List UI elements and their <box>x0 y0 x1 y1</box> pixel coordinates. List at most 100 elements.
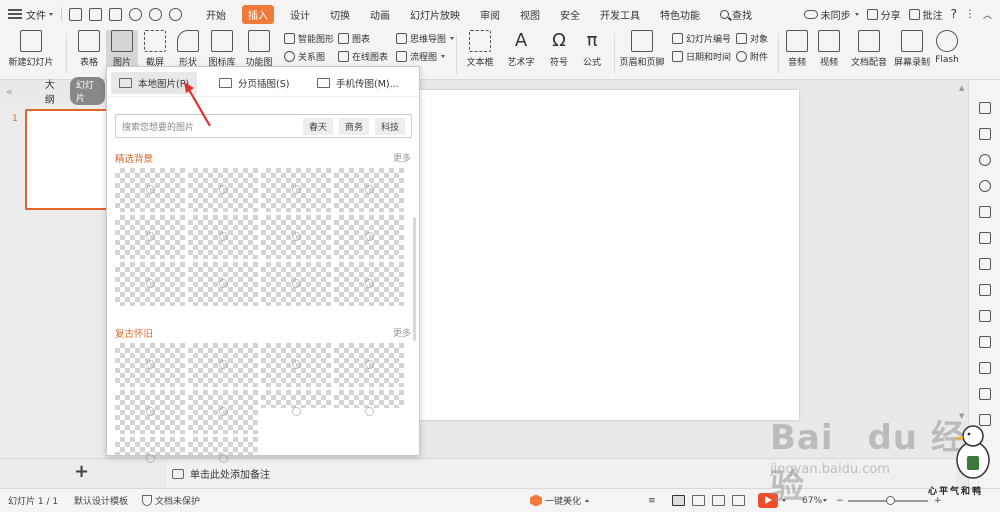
edit-icon[interactable] <box>979 388 991 400</box>
icon-library-button[interactable]: 图标库 <box>206 30 238 68</box>
slide-number-button[interactable]: 幻灯片编号 <box>672 32 731 45</box>
picture-thumbnail[interactable] <box>261 215 331 259</box>
relation-chart-button[interactable]: 关系图 <box>284 50 325 63</box>
picture-thumbnail[interactable] <box>188 215 258 259</box>
picture-search[interactable]: 搜索您想要的图片 春天 商务 科技 <box>115 114 412 138</box>
bar-chart-icon[interactable] <box>979 284 991 296</box>
beautify-button[interactable]: 一键美化 <box>530 494 590 507</box>
undo-icon[interactable] <box>149 7 162 21</box>
picture-thumbnail[interactable] <box>261 168 331 212</box>
view-reading-button[interactable] <box>712 495 725 506</box>
tab-animation[interactable]: 动画 <box>360 4 400 25</box>
flowchart-button[interactable]: 流程图 <box>396 50 446 63</box>
preview-icon[interactable] <box>129 7 142 21</box>
tab-transition[interactable]: 切换 <box>320 4 360 25</box>
mind-map-button[interactable]: 思维导图 <box>396 32 455 45</box>
outline-tab[interactable]: 大纲 <box>45 76 62 106</box>
file-menu[interactable]: 文件 <box>26 7 53 22</box>
picture-thumbnail[interactable] <box>334 390 404 416</box>
align-icon[interactable]: ≡ <box>648 496 656 506</box>
new-slide-button[interactable]: 新建幻灯片 <box>8 30 54 68</box>
animation-icon[interactable] <box>979 336 991 348</box>
attachment-button[interactable]: 附件 <box>736 50 768 63</box>
tab-insert[interactable]: 插入 <box>242 4 274 24</box>
picture-thumbnail[interactable] <box>188 390 258 434</box>
tab-security[interactable]: 安全 <box>550 4 590 25</box>
picture-thumbnail[interactable] <box>188 168 258 212</box>
scroll-up-icon[interactable]: ▲ <box>959 84 964 92</box>
picture-thumbnail[interactable] <box>334 168 404 212</box>
formula-button[interactable]: π 公式 <box>576 30 608 68</box>
add-slide-button[interactable]: + <box>74 461 89 482</box>
tag-technology[interactable]: 科技 <box>374 117 405 135</box>
shape-button[interactable]: 形状 <box>172 30 204 68</box>
audio-button[interactable]: 音频 <box>782 30 812 68</box>
slide-thumbnail[interactable] <box>25 109 107 210</box>
copy-icon[interactable] <box>979 128 991 140</box>
tag-business[interactable]: 商务 <box>338 117 369 135</box>
picture-thumbnail[interactable] <box>261 390 331 416</box>
picture-thumbnail[interactable] <box>188 343 258 387</box>
view-notes-button[interactable] <box>732 495 745 506</box>
fill-icon[interactable] <box>979 206 991 218</box>
tab-home[interactable]: 开始 <box>196 4 236 25</box>
help-button[interactable]: ? <box>951 7 957 21</box>
hamburger-icon[interactable] <box>8 9 22 19</box>
export-icon[interactable] <box>89 7 102 21</box>
document-icon[interactable] <box>979 362 991 374</box>
view-sorter-button[interactable] <box>692 495 705 506</box>
apps-icon[interactable] <box>979 258 991 270</box>
table-button[interactable]: 表格 <box>72 30 106 68</box>
tab-slideshow[interactable]: 幻灯片放映 <box>400 4 470 25</box>
more-link[interactable]: 更多 <box>393 326 411 339</box>
picture-thumbnail[interactable] <box>188 262 258 306</box>
symbol-button[interactable]: Ω 符号 <box>544 30 574 68</box>
arrow-cursor-icon[interactable] <box>979 102 991 114</box>
picture-thumbnail[interactable] <box>188 437 258 463</box>
picture-thumbnail[interactable] <box>334 215 404 259</box>
tab-view[interactable]: 视图 <box>510 4 550 25</box>
share-button[interactable]: 分享 <box>866 7 901 22</box>
sync-button[interactable]: 未同步 <box>803 7 859 22</box>
screen-record-button[interactable]: 屏幕录制 <box>892 30 932 68</box>
object-button[interactable]: 对象 <box>736 32 768 45</box>
tab-design[interactable]: 设计 <box>280 4 320 25</box>
location-icon[interactable] <box>979 180 991 192</box>
tag-spring[interactable]: 春天 <box>302 117 333 135</box>
picture-thumbnail[interactable] <box>115 343 185 387</box>
picture-thumbnail[interactable] <box>261 262 331 306</box>
view-normal-button[interactable] <box>672 495 685 506</box>
shapes-icon[interactable] <box>979 154 991 166</box>
print-icon[interactable] <box>109 7 122 21</box>
online-chart-button[interactable]: 在线图表 <box>338 50 388 63</box>
picture-thumbnail[interactable] <box>115 437 185 463</box>
picture-thumbnail[interactable] <box>261 343 331 387</box>
picture-thumbnail[interactable] <box>115 215 185 259</box>
dubbing-button[interactable]: 文档配音 <box>848 30 890 68</box>
picture-button[interactable]: 图片 <box>106 30 138 68</box>
redo-icon[interactable] <box>169 7 182 21</box>
save-icon[interactable] <box>69 7 82 21</box>
picture-thumbnail[interactable] <box>115 262 185 306</box>
collapse-icon[interactable]: ︿ <box>983 8 992 21</box>
table-grid-icon[interactable] <box>979 232 991 244</box>
chart-button[interactable]: 图表 <box>338 32 370 45</box>
more-icon[interactable]: ⋮ <box>965 9 975 20</box>
header-footer-button[interactable]: 页眉和页脚 <box>618 30 666 68</box>
video-button[interactable]: 视频 <box>814 30 844 68</box>
screenshot-button[interactable]: 截屏 <box>140 30 170 68</box>
template-name[interactable]: 默认设计模板 <box>74 494 128 507</box>
tab-developer[interactable]: 开发工具 <box>590 4 650 25</box>
datetime-button[interactable]: 日期和时间 <box>672 50 731 63</box>
tab-review[interactable]: 审阅 <box>470 4 510 25</box>
picture-thumbnail[interactable] <box>334 343 404 387</box>
picture-thumbnail[interactable] <box>115 390 185 434</box>
wordart-button[interactable]: A 艺术字 <box>502 30 540 68</box>
phone-upload-option[interactable]: 手机传图(M)... <box>309 72 407 94</box>
collapse-panel-icon[interactable]: « <box>6 85 13 98</box>
picture-thumbnail[interactable] <box>115 168 185 212</box>
dropdown-scrollbar[interactable] <box>413 217 416 341</box>
sliders-icon[interactable] <box>979 310 991 322</box>
more-link[interactable]: 更多 <box>393 151 411 164</box>
comment-button[interactable]: 批注 <box>908 7 943 22</box>
